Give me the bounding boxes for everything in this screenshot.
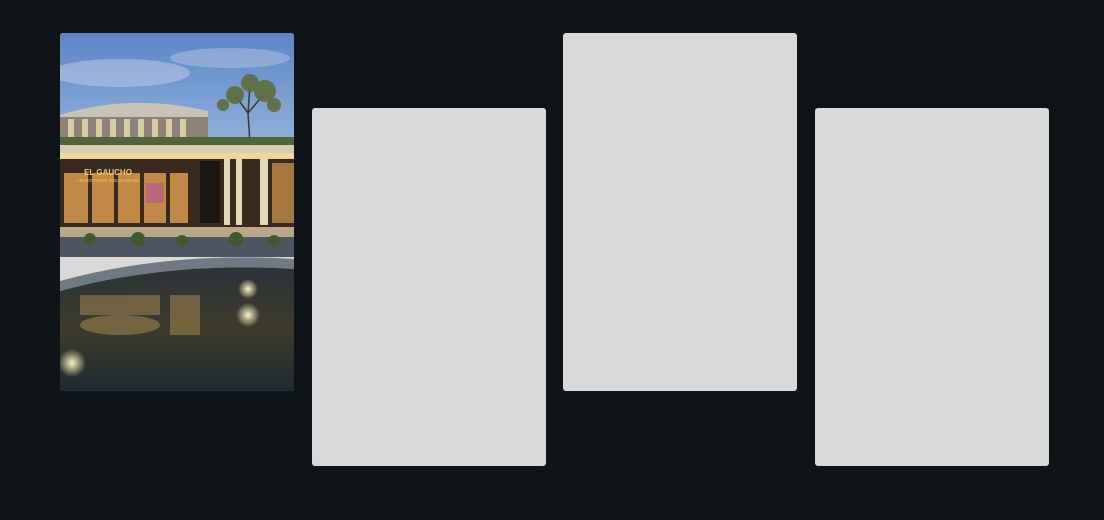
gallery-image-placeholder[interactable] xyxy=(563,33,797,391)
restaurant-sign-name: EL GAUCHO xyxy=(84,168,132,177)
image-gallery: EL GAUCHO ARGENTINIAN STEAKHOUSE xyxy=(0,0,1104,520)
restaurant-sign-subtitle: ARGENTINIAN STEAKHOUSE xyxy=(77,178,140,183)
gallery-image-placeholder[interactable] xyxy=(815,108,1049,466)
gallery-image-placeholder[interactable] xyxy=(312,108,546,466)
gallery-photo-card[interactable]: EL GAUCHO ARGENTINIAN STEAKHOUSE xyxy=(60,33,294,391)
restaurant-night-photo: EL GAUCHO ARGENTINIAN STEAKHOUSE xyxy=(60,33,294,391)
